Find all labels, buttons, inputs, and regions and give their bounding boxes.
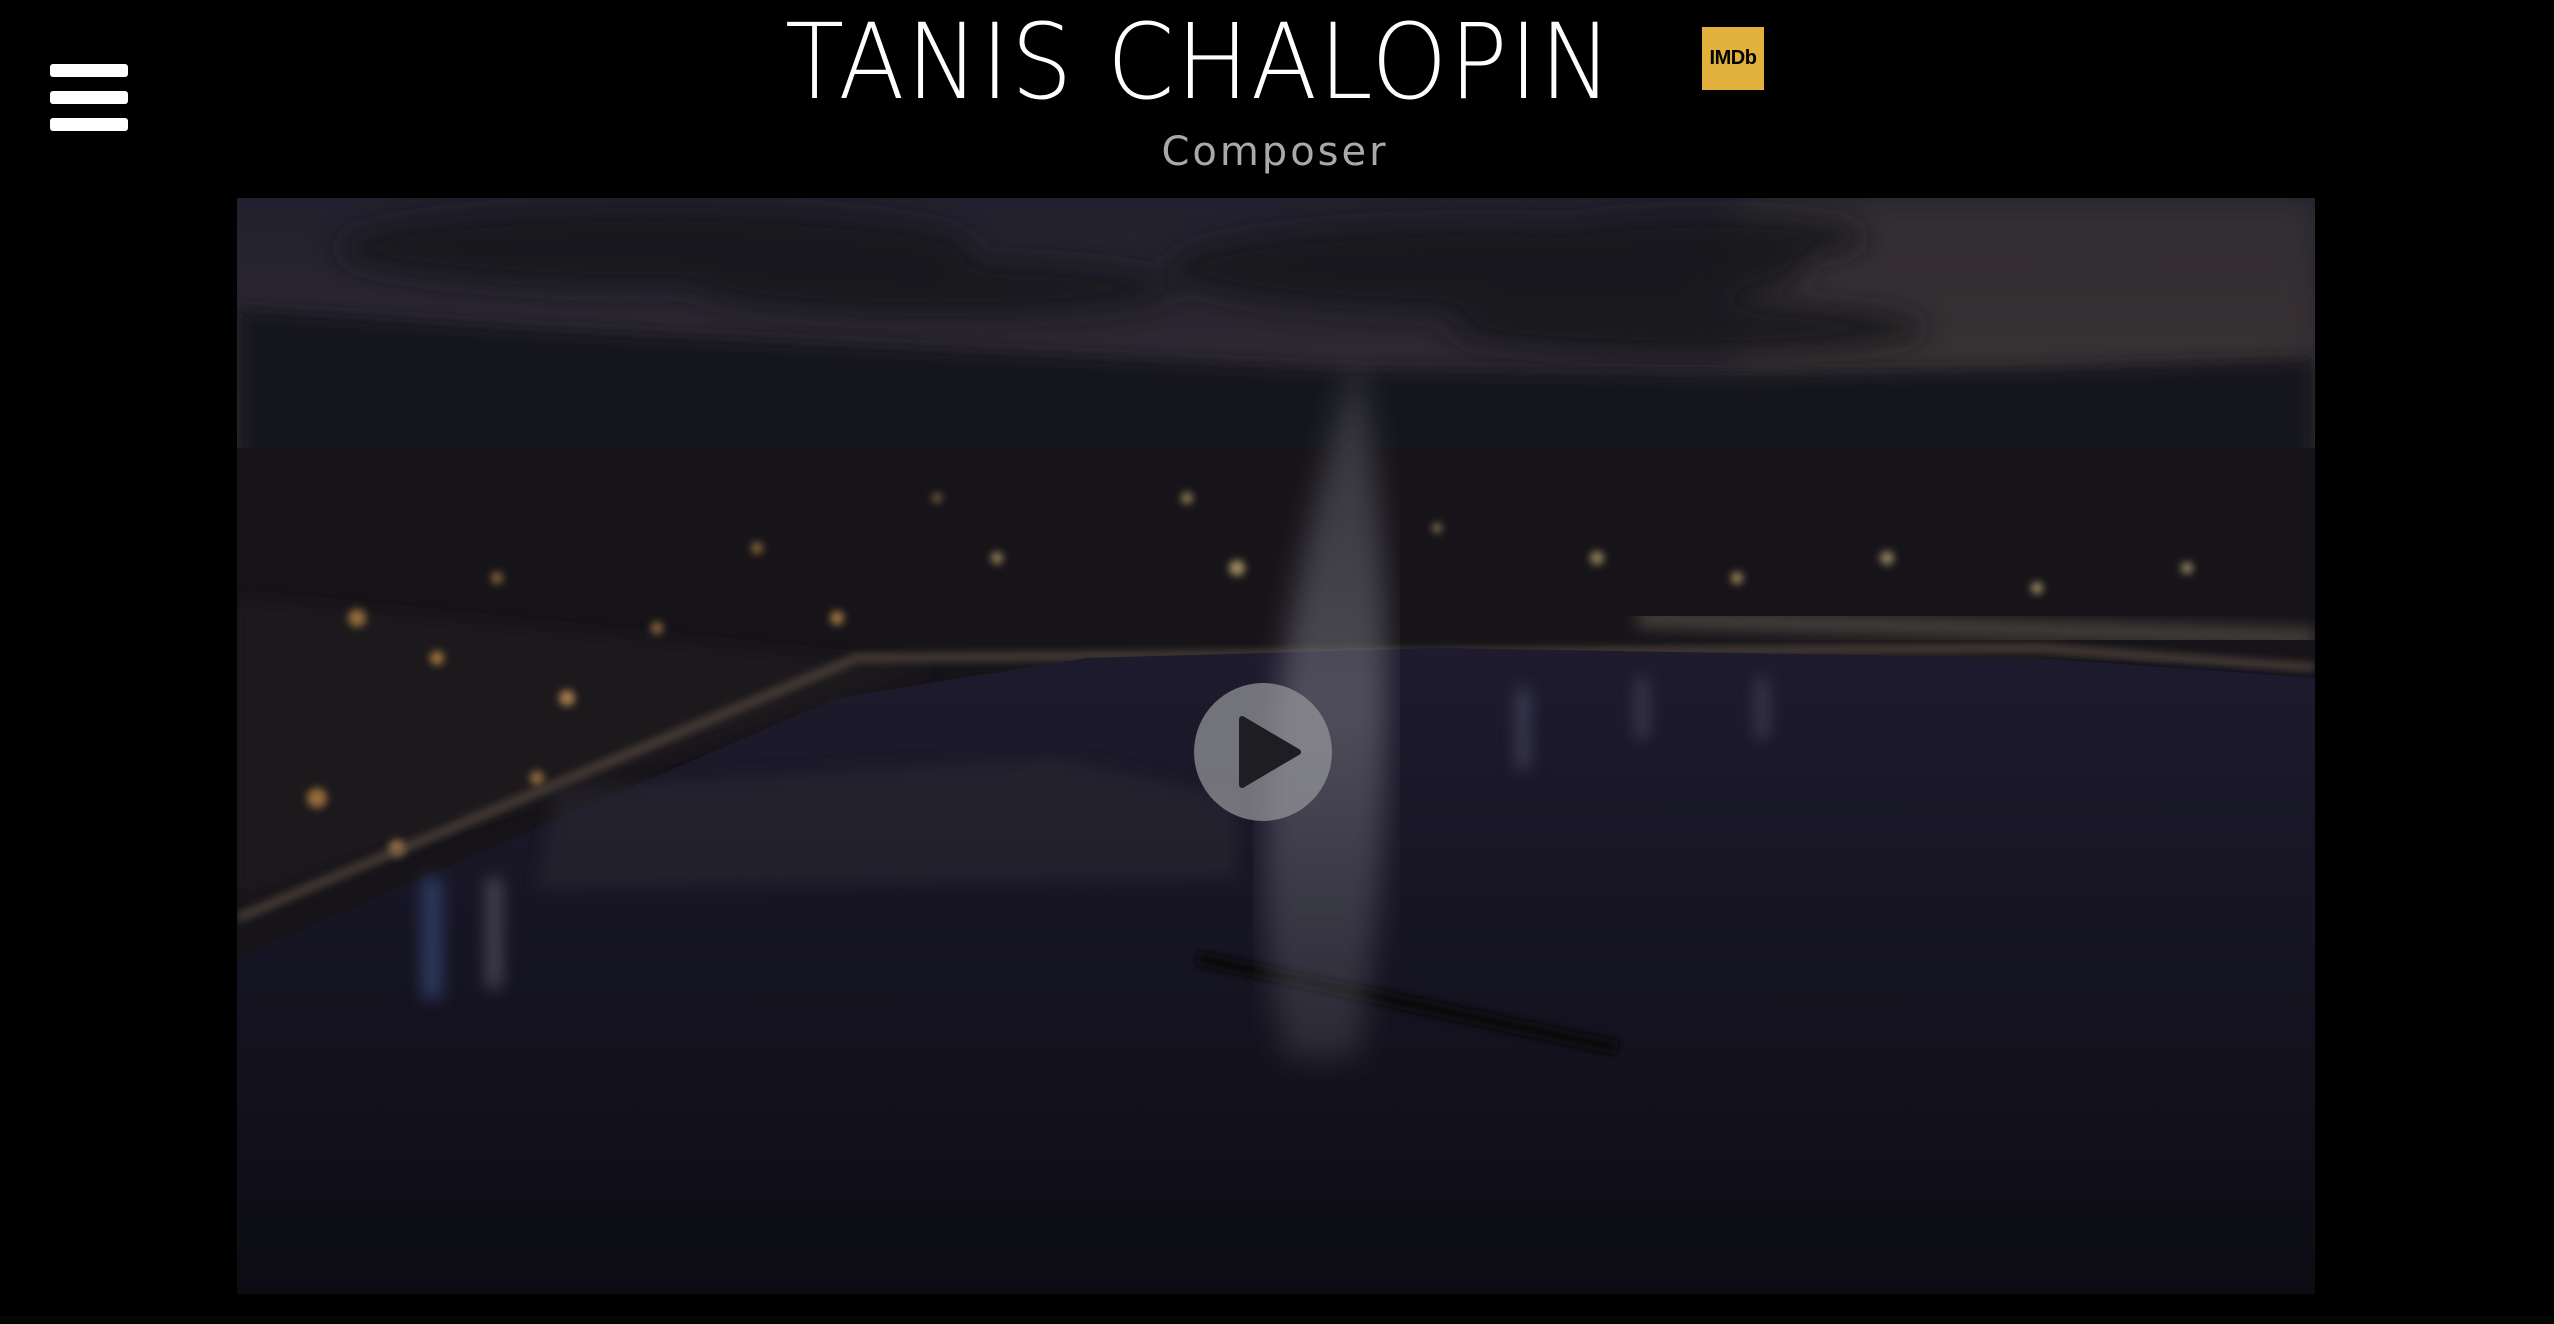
video-player[interactable] xyxy=(237,198,2315,1294)
site-title[interactable]: TANIS CHALOPIN xyxy=(785,4,1685,120)
play-icon xyxy=(1239,716,1301,788)
menu-bar-top xyxy=(50,64,128,77)
play-button[interactable] xyxy=(1194,683,1332,821)
page: TANIS CHALOPIN IMDb Composer xyxy=(0,0,2554,1324)
hamburger-menu-icon[interactable] xyxy=(50,62,130,134)
page-bottom-edge xyxy=(0,1316,2554,1324)
menu-bar-bottom xyxy=(50,118,128,131)
imdb-link-icon[interactable]: IMDb xyxy=(1702,27,1764,90)
site-subtitle: Composer xyxy=(1161,129,1389,175)
site-title-text[interactable]: TANIS CHALOPIN xyxy=(785,4,1614,120)
menu-bar-middle xyxy=(50,91,128,104)
